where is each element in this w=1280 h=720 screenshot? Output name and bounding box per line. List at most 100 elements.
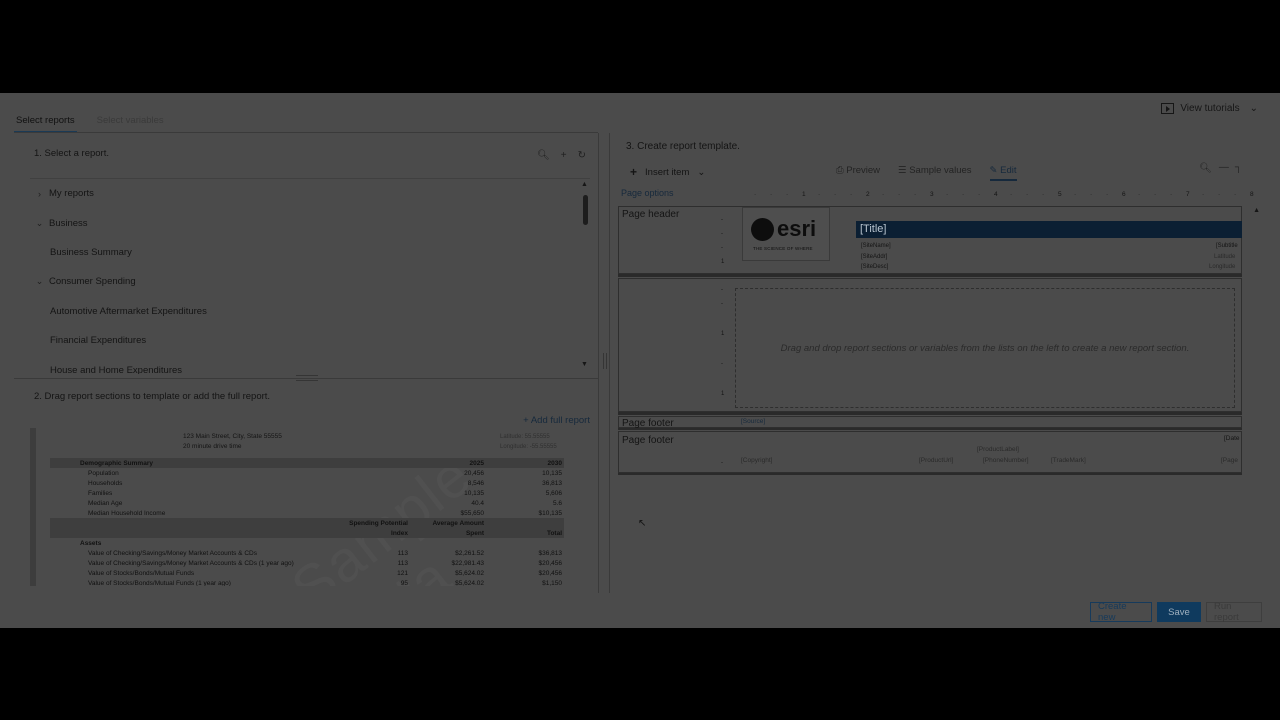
preview-cell: $2,261.52 bbox=[455, 549, 484, 557]
tree-item-business[interactable]: ⌄ Business bbox=[30, 208, 590, 237]
globe-icon bbox=[751, 218, 774, 241]
right-panel: 3. Create report template. + Insert item… bbox=[612, 133, 1262, 593]
plus-icon: + bbox=[523, 415, 531, 426]
ruler-tick: · bbox=[1090, 191, 1093, 198]
site-addr-field[interactable]: [SiteAddr] bbox=[861, 254, 887, 260]
add-icon[interactable]: + bbox=[561, 150, 567, 161]
tree-item-label: House and Home Expenditures bbox=[50, 364, 183, 374]
run-report-button[interactable]: Run report bbox=[1206, 601, 1262, 623]
site-name-field[interactable]: [SiteName] bbox=[861, 243, 891, 249]
ruler-tick: · bbox=[1010, 191, 1013, 198]
document-icon: ☰ bbox=[898, 165, 910, 176]
create-new-button[interactable]: Create new bbox=[1090, 601, 1152, 623]
preview-cell: Average Amount bbox=[432, 519, 484, 527]
latitude-field[interactable]: Latitude bbox=[1214, 254, 1235, 260]
scroll-up-icon[interactable]: ▲ bbox=[1253, 207, 1260, 214]
preview-row-label: Population bbox=[88, 469, 119, 477]
preview-table-row: Spending Potential Average Amount bbox=[50, 518, 564, 528]
page-footer-section-2[interactable]: Page footer - [Date [ProductLabel] [Copy… bbox=[618, 431, 1242, 473]
top-bar: View tutorials ⌄ Select reports Select v… bbox=[0, 93, 1280, 133]
vertical-divider bbox=[598, 133, 610, 593]
preview-cell: 113 bbox=[397, 549, 408, 557]
preview-table-row: Median Age 40.4 5.6 bbox=[50, 498, 564, 508]
ruler-tick: · bbox=[834, 191, 837, 198]
preview-cell: 36,813 bbox=[542, 479, 562, 487]
site-desc-field[interactable]: [SiteDesc] bbox=[861, 264, 888, 270]
ruler-tick: 1 bbox=[721, 331, 725, 337]
view-mode-buttons: ⎙ Preview ☰ Sample values ✎ Edit bbox=[836, 165, 1017, 181]
ruler-tick: 1 bbox=[721, 391, 725, 397]
preview-table-row: Demographic Summary 2025 2030 bbox=[50, 458, 564, 468]
ruler-number: 1 bbox=[802, 191, 806, 198]
preview-table-row: Value of Stocks/Bonds/Mutual Funds (1 ye… bbox=[50, 578, 564, 587]
tree-item-label: Consumer Spending bbox=[49, 276, 136, 288]
edit-label: Edit bbox=[1000, 165, 1017, 176]
ruler-tick: · bbox=[1106, 191, 1109, 198]
trademark-field[interactable]: [TradeMark] bbox=[1051, 457, 1086, 464]
tree-item-business-summary[interactable]: Business Summary bbox=[30, 238, 590, 267]
scrollbar-thumb[interactable] bbox=[583, 195, 588, 225]
tree-item-my-reports[interactable]: › My reports bbox=[30, 179, 590, 208]
view-tutorials-button[interactable]: View tutorials ⌄ bbox=[1161, 103, 1258, 114]
date-field[interactable]: [Date bbox=[1224, 435, 1240, 442]
section-separator bbox=[618, 412, 1242, 415]
preview-table-row: Value of Checking/Savings/Money Market A… bbox=[50, 558, 564, 568]
search-icon[interactable]: 🔍︎ bbox=[1199, 163, 1212, 174]
title-field[interactable]: [Title] bbox=[856, 221, 1242, 238]
chevron-down-icon: ⌄ bbox=[35, 276, 44, 287]
subtitle-field[interactable]: [Subtitle bbox=[1216, 243, 1238, 249]
page-footer-section-1[interactable]: Page footer [Source] bbox=[618, 416, 1242, 429]
preview-cell: 8,546 bbox=[467, 479, 484, 487]
preview-drag-bar[interactable] bbox=[30, 428, 36, 586]
preview-button[interactable]: ⎙ Preview bbox=[836, 165, 880, 181]
insert-item-button[interactable]: + Insert item ⌄ bbox=[630, 165, 705, 179]
video-play-icon bbox=[1161, 103, 1175, 114]
report-tree-scrollbar[interactable]: ▲ ▼ bbox=[581, 181, 591, 371]
preview-longitude: Longitude: -55.55555 bbox=[500, 444, 557, 450]
edit-button[interactable]: ✎ Edit bbox=[989, 165, 1017, 181]
body-section[interactable]: - - 1 - 1 Drag and drop report sections … bbox=[618, 278, 1242, 412]
tab-select-reports[interactable]: Select reports bbox=[14, 114, 77, 133]
tree-item-financial-expenditures[interactable]: Financial Expenditures bbox=[30, 326, 590, 355]
mouse-cursor-icon: ↖ bbox=[638, 518, 647, 529]
ruler-tick: · bbox=[1138, 191, 1141, 198]
search-icon[interactable]: 🔍︎ bbox=[537, 150, 550, 161]
tree-item-house-home[interactable]: House and Home Expenditures bbox=[30, 355, 590, 374]
preview-cell: 10,135 bbox=[464, 489, 484, 497]
preview-row-label: Median Age bbox=[88, 499, 123, 507]
sample-values-button[interactable]: ☰ Sample values bbox=[898, 165, 971, 181]
ruler-tick: · bbox=[1170, 191, 1173, 198]
source-field[interactable]: [Source] bbox=[741, 418, 765, 425]
page-options-link[interactable]: Page options bbox=[621, 188, 674, 198]
ruler-tick: · bbox=[962, 191, 965, 198]
drop-zone[interactable]: Drag and drop report sections or variabl… bbox=[735, 288, 1235, 408]
preview-cell: $22,981.43 bbox=[451, 559, 484, 567]
tree-item-consumer-spending[interactable]: ⌄ Consumer Spending bbox=[30, 267, 590, 296]
ruler-number: 8 bbox=[1250, 191, 1254, 198]
esri-logo[interactable]: esri THE SCIENCE OF WHERE bbox=[742, 207, 830, 261]
scroll-down-icon[interactable]: ▼ bbox=[581, 361, 588, 368]
preview-cell: $36,813 bbox=[538, 549, 563, 557]
preview-cell: $5,624.02 bbox=[455, 569, 484, 577]
scroll-up-icon[interactable]: ▲ bbox=[581, 181, 588, 188]
resize-grip[interactable] bbox=[296, 375, 318, 381]
longitude-field[interactable]: Longitude bbox=[1209, 264, 1235, 270]
save-button[interactable]: Save bbox=[1157, 602, 1201, 622]
ruler-tick: · bbox=[1042, 191, 1045, 198]
add-full-report-button[interactable]: + Add full report bbox=[523, 415, 590, 426]
tree-item-label: Automotive Aftermarket Expenditures bbox=[50, 305, 207, 317]
page-header-section[interactable]: Page header - - - 1 esri THE SCIENCE OF … bbox=[618, 206, 1242, 274]
report-template: Page header - - - 1 esri THE SCIENCE OF … bbox=[618, 206, 1242, 478]
phone-number-field[interactable]: [PhoneNumber] bbox=[983, 457, 1029, 464]
vertical-resize-grip[interactable] bbox=[603, 353, 607, 369]
tree-item-automotive-aftermarket[interactable]: Automotive Aftermarket Expenditures bbox=[30, 297, 590, 326]
product-url-field[interactable]: [ProductUrl] bbox=[919, 457, 953, 464]
copyright-field[interactable]: [Copyright] bbox=[741, 457, 772, 464]
collapse-icon[interactable]: —┐ bbox=[1219, 162, 1248, 173]
refresh-icon[interactable]: ↻ bbox=[578, 150, 586, 161]
tab-select-variables[interactable]: Select variables bbox=[95, 114, 166, 133]
preview-cell: Spent bbox=[465, 529, 484, 537]
page-number-field[interactable]: [Page bbox=[1221, 457, 1238, 464]
product-label-field[interactable]: [ProductLabel] bbox=[977, 446, 1019, 453]
report-builder-app: View tutorials ⌄ Select reports Select v… bbox=[0, 93, 1280, 628]
